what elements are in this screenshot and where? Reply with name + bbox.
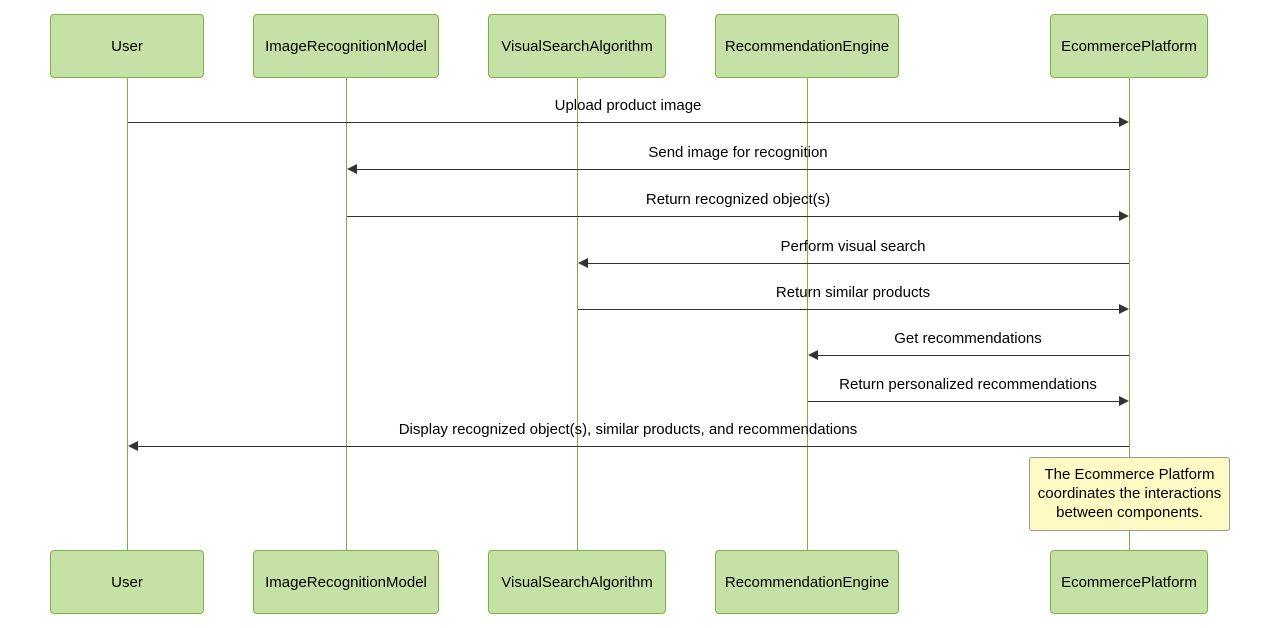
message-arrow	[578, 309, 1119, 310]
participant-user-bottom: User	[50, 550, 204, 614]
message-label: Send image for recognition	[648, 144, 827, 161]
arrow-head-icon	[1119, 396, 1129, 406]
message-label: Upload product image	[555, 97, 702, 114]
message-label: Return recognized object(s)	[646, 191, 830, 208]
lifeline-irm	[346, 78, 347, 550]
participant-re-bottom: RecommendationEngine	[715, 550, 899, 614]
message-arrow	[356, 169, 1129, 170]
message-arrow	[137, 446, 1129, 447]
participant-re-top: RecommendationEngine	[715, 14, 899, 78]
message-label: Return similar products	[776, 284, 930, 301]
arrow-head-icon	[1119, 117, 1129, 127]
participant-ep-bottom: EcommercePlatform	[1050, 550, 1208, 614]
participant-label: User	[111, 574, 143, 591]
note-line: between components.	[1056, 504, 1203, 521]
arrow-head-icon	[808, 350, 818, 360]
arrow-head-icon	[347, 164, 357, 174]
message-arrow	[347, 216, 1119, 217]
message-arrow	[817, 355, 1129, 356]
note-line: The Ecommerce Platform	[1044, 466, 1214, 483]
lifeline-vsa	[577, 78, 578, 550]
participant-irm-top: ImageRecognitionModel	[253, 14, 439, 78]
participant-label: EcommercePlatform	[1061, 38, 1197, 55]
arrow-head-icon	[1119, 211, 1129, 221]
lifeline-user	[127, 78, 128, 550]
participant-label: RecommendationEngine	[725, 38, 889, 55]
participant-label: RecommendationEngine	[725, 574, 889, 591]
participant-label: VisualSearchAlgorithm	[501, 574, 652, 591]
note-line: coordinates the interactions	[1038, 485, 1221, 502]
arrow-head-icon	[128, 441, 138, 451]
arrow-head-icon	[578, 258, 588, 268]
participant-label: User	[111, 38, 143, 55]
message-arrow	[808, 401, 1119, 402]
participant-vsa-bottom: VisualSearchAlgorithm	[488, 550, 666, 614]
message-label: Display recognized object(s), similar pr…	[399, 421, 858, 438]
message-label: Return personalized recommendations	[839, 376, 1097, 393]
message-arrow	[128, 122, 1119, 123]
message-label: Get recommendations	[894, 330, 1042, 347]
participant-user-top: User	[50, 14, 204, 78]
participant-label: ImageRecognitionModel	[265, 38, 427, 55]
note-box: The Ecommerce Platform coordinates the i…	[1029, 457, 1230, 531]
participant-vsa-top: VisualSearchAlgorithm	[488, 14, 666, 78]
message-label: Perform visual search	[780, 238, 925, 255]
participant-label: ImageRecognitionModel	[265, 574, 427, 591]
participant-label: EcommercePlatform	[1061, 574, 1197, 591]
participant-irm-bottom: ImageRecognitionModel	[253, 550, 439, 614]
participant-ep-top: EcommercePlatform	[1050, 14, 1208, 78]
message-arrow	[587, 263, 1129, 264]
arrow-head-icon	[1119, 304, 1129, 314]
participant-label: VisualSearchAlgorithm	[501, 38, 652, 55]
